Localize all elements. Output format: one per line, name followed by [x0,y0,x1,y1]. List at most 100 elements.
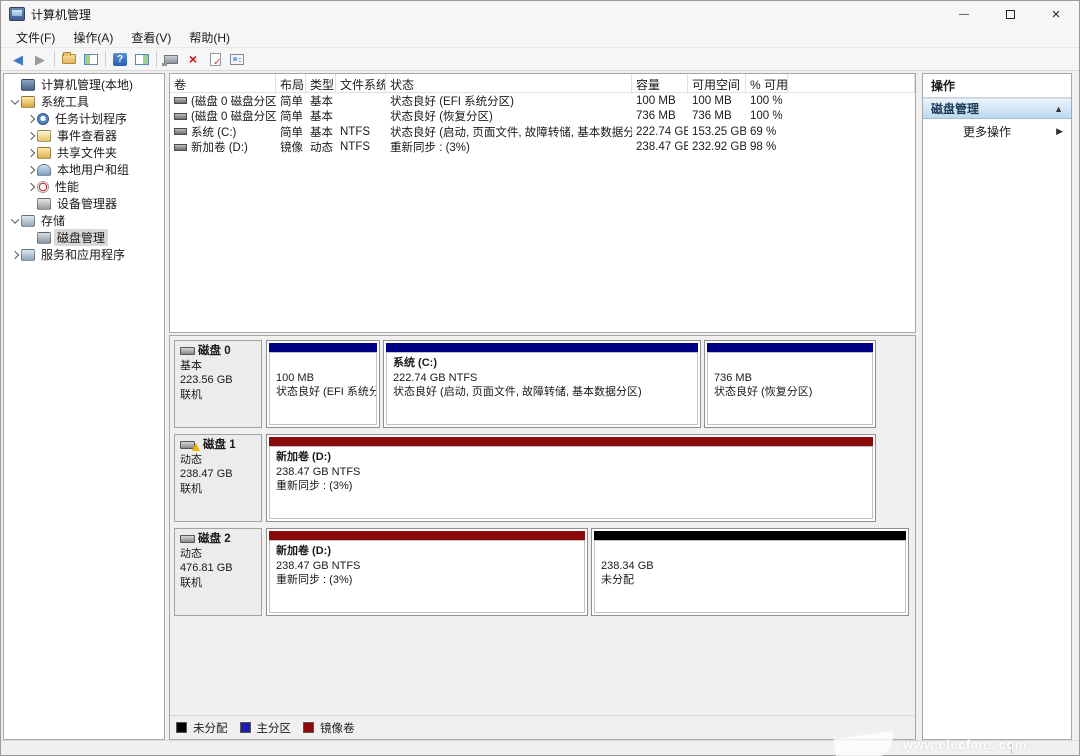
expander-right-icon[interactable] [8,252,21,258]
partition-color-bar [269,531,585,540]
partition-color-bar [269,343,377,352]
expander-right-icon[interactable] [24,133,37,139]
tree-item-services-applications[interactable]: 服务和应用程序 [4,246,164,263]
tree-item-performance[interactable]: 性能 [4,178,164,195]
table-row[interactable]: (磁盘 0 磁盘分区 4) 简单 基本 状态良好 (恢复分区) 736 MB 7… [170,109,915,125]
submenu-arrow-icon: ▶ [1056,126,1063,137]
tree-item-system-tools[interactable]: 系统工具 [4,93,164,110]
partition-recovery[interactable]: 736 MB 状态良好 (恢复分区) [704,340,876,428]
disk-row-1: 磁盘 1 动态 238.47 GB 联机 新加卷 (D:) 238.47 GB … [174,434,911,522]
window-title: 计算机管理 [31,6,91,23]
properties-icon [230,54,244,65]
expander-right-icon[interactable] [24,184,37,190]
toolbar-separator [105,51,106,67]
partition-mirror-d-disk1[interactable]: 新加卷 (D:) 238.47 GB NTFS 重新同步 : (3%) [266,434,876,522]
toolbar-separator [156,51,157,67]
tree-item-local-users-groups[interactable]: 本地用户和组 [4,161,164,178]
console-tree-toggle-button[interactable] [80,49,102,69]
help-button[interactable]: ? [109,49,131,69]
storage-icon [21,215,35,227]
tree-item-device-manager[interactable]: 设备管理器 [4,195,164,212]
tree-item-storage[interactable]: 存储 [4,212,164,229]
legend-unallocated-swatch [176,722,187,733]
legend-mirror-swatch [303,722,314,733]
export-folder-icon [62,54,76,64]
tree-item-task-scheduler[interactable]: 任务计划程序 [4,110,164,127]
table-row[interactable]: 系统 (C:) 简单 基本 NTFS 状态良好 (启动, 页面文件, 故障转储,… [170,124,915,140]
legend-primary-label: 主分区 [257,720,292,736]
menu-view[interactable]: 查看(V) [122,27,180,48]
menu-file[interactable]: 文件(F) [7,27,64,48]
volume-table-header: 卷 布局 类型 文件系统 状态 容量 可用空间 % 可用 [170,74,915,93]
minimize-icon: — [959,9,969,20]
disk1-label[interactable]: 磁盘 1 动态 238.47 GB 联机 [174,434,262,522]
disk-icon [180,347,195,355]
disk-row-2: 磁盘 2 动态 476.81 GB 联机 新加卷 (D:) 238.47 GB … [174,528,911,616]
collapse-icon[interactable]: ▲ [1054,104,1063,114]
actions-group-disk-management[interactable]: 磁盘管理 ▲ [923,98,1071,119]
disk0-label[interactable]: 磁盘 0 基本 223.56 GB 联机 [174,340,262,428]
column-header-status[interactable]: 状态 [386,74,632,93]
forward-button[interactable]: ▶ [29,49,51,69]
column-header-volume[interactable]: 卷 [170,74,276,93]
legend-bar: 未分配 主分区 镜像卷 [170,715,915,739]
table-row[interactable]: 新加卷 (D:) 镜像 动态 NTFS 重新同步 : (3%) 238.47 G… [170,140,915,156]
column-header-filler [788,74,915,93]
task-scheduler-icon [37,113,49,125]
expander-right-icon[interactable] [24,167,37,173]
legend-mirror-label: 镜像卷 [320,720,355,736]
graphical-view-pane: 磁盘 0 基本 223.56 GB 联机 100 MB [169,335,916,740]
column-header-pct-free[interactable]: % 可用 [746,74,788,93]
console-tree-icon [84,54,98,65]
partition-efi[interactable]: 100 MB 状态良好 (EFI 系统分区 [266,340,380,428]
maximize-button[interactable] [987,1,1033,27]
expander-down-icon[interactable] [8,99,21,105]
partition-color-bar [386,343,698,352]
expander-down-icon[interactable] [8,218,21,224]
partition-system-c[interactable]: 系统 (C:) 222.74 GB NTFS 状态良好 (启动, 页面文件, 故… [383,340,701,428]
local-users-groups-icon [37,164,51,176]
properties-button[interactable] [226,49,248,69]
partition-unallocated[interactable]: 238.34 GB 未分配 [591,528,909,616]
tree-item-computer-management[interactable]: 计算机管理(本地) [4,76,164,93]
close-icon: × [1052,6,1061,23]
action-pane-toggle-button[interactable] [131,49,153,69]
close-button[interactable]: × [1033,1,1079,27]
more-actions-item[interactable]: 更多操作 ▶ [923,119,1071,143]
volume-icon [174,144,187,151]
menu-help[interactable]: 帮助(H) [180,27,239,48]
tree-item-event-viewer[interactable]: 事件查看器 [4,127,164,144]
volume-icon [174,128,187,135]
column-header-capacity[interactable]: 容量 [632,74,688,93]
device-manager-icon [37,198,51,210]
maximize-icon [1006,10,1015,19]
volume-list-pane: 卷 布局 类型 文件系统 状态 容量 可用空间 % 可用 (磁盘 0 磁盘分区 … [169,73,916,333]
column-header-type[interactable]: 类型 [306,74,336,93]
column-header-free-space[interactable]: 可用空间 [688,74,746,93]
legend-primary-swatch [240,722,251,733]
disk2-label[interactable]: 磁盘 2 动态 476.81 GB 联机 [174,528,262,616]
column-header-layout[interactable]: 布局 [276,74,306,93]
popup-window-button[interactable] [160,49,182,69]
computer-management-window: 计算机管理 — × 文件(F) 操作(A) 查看(V) 帮助(H) ◀ ▶ ? … [0,0,1080,756]
expander-right-icon[interactable] [24,116,37,122]
menu-bar: 文件(F) 操作(A) 查看(V) 帮助(H) [1,27,1079,48]
volume-icon [174,113,187,120]
delete-button[interactable]: × [182,49,204,69]
expander-right-icon[interactable] [24,150,37,156]
tree-item-shared-folders[interactable]: 共享文件夹 [4,144,164,161]
partition-color-bar [269,437,873,446]
export-button[interactable] [58,49,80,69]
center-panel: 卷 布局 类型 文件系统 状态 容量 可用空间 % 可用 (磁盘 0 磁盘分区 … [169,73,916,740]
back-button[interactable]: ◀ [7,49,29,69]
column-header-filesystem[interactable]: 文件系统 [336,74,386,93]
partition-mirror-d-disk2[interactable]: 新加卷 (D:) 238.47 GB NTFS 重新同步 : (3%) [266,528,588,616]
watermark-swoosh [834,731,897,756]
watermark: www.elecfans.com [835,733,1027,755]
validate-button[interactable]: ✓ [204,49,226,69]
app-icon [9,7,25,21]
menu-action[interactable]: 操作(A) [64,27,122,48]
table-row[interactable]: (磁盘 0 磁盘分区 1) 简单 基本 状态良好 (EFI 系统分区) 100 … [170,93,915,109]
minimize-button[interactable]: — [941,1,987,27]
tree-item-disk-management[interactable]: 磁盘管理 [4,229,164,246]
